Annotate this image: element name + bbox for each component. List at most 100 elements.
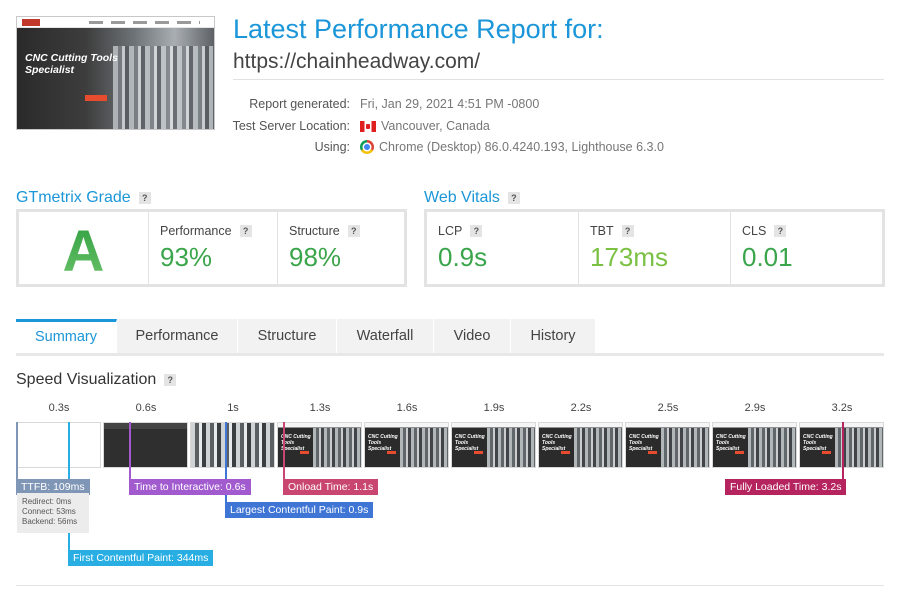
help-icon[interactable]: ? <box>507 192 520 204</box>
filmstrip-frame[interactable]: CNC Cutting Tools Specialist <box>538 422 623 468</box>
tab-waterfall[interactable]: Waterfall <box>337 319 434 353</box>
meta-label: Report generated: <box>249 97 350 111</box>
timeline-tick-label: 2.2s <box>570 402 592 414</box>
meta-label: Using: <box>314 140 350 154</box>
frame-headline: CNC Cutting Tools Specialist <box>803 434 833 452</box>
speed-visualization-heading: Speed Visualization? <box>16 371 177 389</box>
cls-label: CLS? <box>742 224 787 238</box>
lcp-value: 0.9s <box>438 242 488 272</box>
ttfb-breakdown: Redirect: 0ms Connect: 53ms Backend: 56m… <box>17 493 89 533</box>
timeline-tick-label: 0.3s <box>48 402 70 414</box>
fully-loaded-marker-line <box>842 422 844 480</box>
tbt-label-text: TBT <box>590 224 614 238</box>
timeline-tick-label: 1.3s <box>309 402 331 414</box>
frame-headline: CNC Cutting Tools Specialist <box>629 434 659 452</box>
filmstrip-frame[interactable]: CNC Cutting Tools Specialist <box>364 422 449 468</box>
report-tabs: Summary Performance Structure Waterfall … <box>16 319 884 356</box>
tab-structure[interactable]: Structure <box>238 319 337 353</box>
thumbnail-nav-bar <box>17 17 214 28</box>
tti-marker-line <box>129 422 131 480</box>
gtmetrix-grade-heading-text: GTmetrix Grade <box>16 189 131 206</box>
help-icon[interactable]: ? <box>621 225 634 237</box>
report-url[interactable]: https://chainheadway.com/ <box>233 50 480 74</box>
thumbnail-hero <box>17 28 214 129</box>
filmstrip-frame[interactable] <box>103 422 188 468</box>
fully-loaded-marker: Fully Loaded Time: 3.2s <box>725 479 847 495</box>
tab-video[interactable]: Video <box>434 319 511 353</box>
tbt-label: TBT? <box>590 224 634 238</box>
filmstrip-frame[interactable]: CNC Cutting Tools Specialist <box>625 422 710 468</box>
structure-label: Structure? <box>289 224 360 238</box>
structure-label-text: Structure <box>289 224 340 238</box>
tab-performance[interactable]: Performance <box>117 319 238 353</box>
timeline-tick-label: 1.9s <box>483 402 505 414</box>
tabs-underline <box>16 353 884 356</box>
ttfb-marker-line <box>16 422 18 480</box>
report-title: Latest Performance Report for: <box>233 14 604 44</box>
thumbnail-tools-image <box>113 46 213 129</box>
filmstrip-frame[interactable]: CNC Cutting Tools Specialist <box>277 422 362 468</box>
web-vitals-heading: Web Vitals? <box>424 189 520 207</box>
meta-value: Fri, Jan 29, 2021 4:51 PM -0800 <box>360 97 539 111</box>
thumbnail-cta-button <box>85 95 107 101</box>
ttfb-backend: Backend: 56ms <box>22 517 78 526</box>
cls-value: 0.01 <box>742 242 793 272</box>
tti-marker: Time to Interactive: 0.6s <box>129 479 251 495</box>
help-icon[interactable]: ? <box>347 225 360 237</box>
gtmetrix-grade-heading: GTmetrix Grade? <box>16 189 151 207</box>
timeline-tick-label: 2.9s <box>744 402 766 414</box>
help-icon[interactable]: ? <box>138 192 151 204</box>
help-icon[interactable]: ? <box>164 374 177 386</box>
onload-marker: Onload Time: 1.1s <box>283 479 379 495</box>
grade-letter: A <box>19 218 148 285</box>
bottom-divider <box>16 585 884 586</box>
tab-summary[interactable]: Summary <box>16 319 117 353</box>
help-icon[interactable]: ? <box>239 225 252 237</box>
filmstrip-frame[interactable] <box>190 422 275 468</box>
frame-cta <box>387 451 396 454</box>
frame-cta <box>561 451 570 454</box>
frame-headline: CNC Cutting Tools Specialist <box>716 434 746 452</box>
frame-cta <box>300 451 309 454</box>
performance-cell: Performance? 93% <box>148 212 277 284</box>
frame-headline: CNC Cutting Tools Specialist <box>455 434 485 452</box>
frame-cta <box>735 451 744 454</box>
help-icon[interactable]: ? <box>470 225 483 237</box>
web-vitals-box: LCP? 0.9s TBT? 173ms CLS? 0.01 <box>424 209 885 287</box>
filmstrip-frame[interactable]: CNC Cutting Tools Specialist <box>451 422 536 468</box>
performance-label-text: Performance <box>160 224 232 238</box>
gtmetrix-grade-box: A Performance? 93% Structure? 98% <box>16 209 407 287</box>
chrome-icon <box>360 140 374 154</box>
lcp-label: LCP? <box>438 224 483 238</box>
frame-headline: CNC Cutting Tools Specialist <box>368 434 398 452</box>
timeline-tick-label: 1s <box>227 402 239 414</box>
header-divider <box>233 79 884 80</box>
meta-using: Using: Chrome (Desktop) 86.0.4240.193, L… <box>220 140 820 158</box>
ttfb-connect: Connect: 53ms <box>22 507 76 516</box>
frame-headline: CNC Cutting Tools Specialist <box>542 434 572 452</box>
timeline-tick-label: 0.6s <box>135 402 157 414</box>
performance-value: 93% <box>160 242 213 272</box>
frame-cta <box>474 451 483 454</box>
site-screenshot-thumbnail: CNC Cutting Tools Specialist <box>16 16 215 130</box>
lcp-marker: Largest Contentful Paint: 0.9s <box>225 502 374 518</box>
meta-value-text: Fri, Jan 29, 2021 4:51 PM -0800 <box>360 97 540 111</box>
tbt-value: 173ms <box>590 242 669 272</box>
meta-label: Test Server Location: <box>232 119 350 133</box>
timeline-tick-label: 1.6s <box>396 402 418 414</box>
cls-label-text: CLS <box>742 224 767 238</box>
filmstrip-frame[interactable]: CNC Cutting Tools Specialist <box>712 422 797 468</box>
meta-test-server-location: Test Server Location: Vancouver, Canada <box>220 119 820 137</box>
structure-cell: Structure? 98% <box>277 212 404 284</box>
help-icon[interactable]: ? <box>774 225 787 237</box>
tbt-cell: TBT? 173ms <box>578 212 730 284</box>
tab-history[interactable]: History <box>511 319 596 353</box>
meta-value-text: Chrome (Desktop) 86.0.4240.193, Lighthou… <box>379 140 664 154</box>
ttfb-redirect: Redirect: 0ms <box>22 497 72 506</box>
lcp-cell: LCP? 0.9s <box>427 212 578 284</box>
canada-flag-icon <box>360 120 376 132</box>
filmstrip-frame[interactable] <box>16 422 101 468</box>
structure-value: 98% <box>289 242 342 272</box>
frame-cta <box>822 451 831 454</box>
lcp-label-text: LCP <box>438 224 463 238</box>
